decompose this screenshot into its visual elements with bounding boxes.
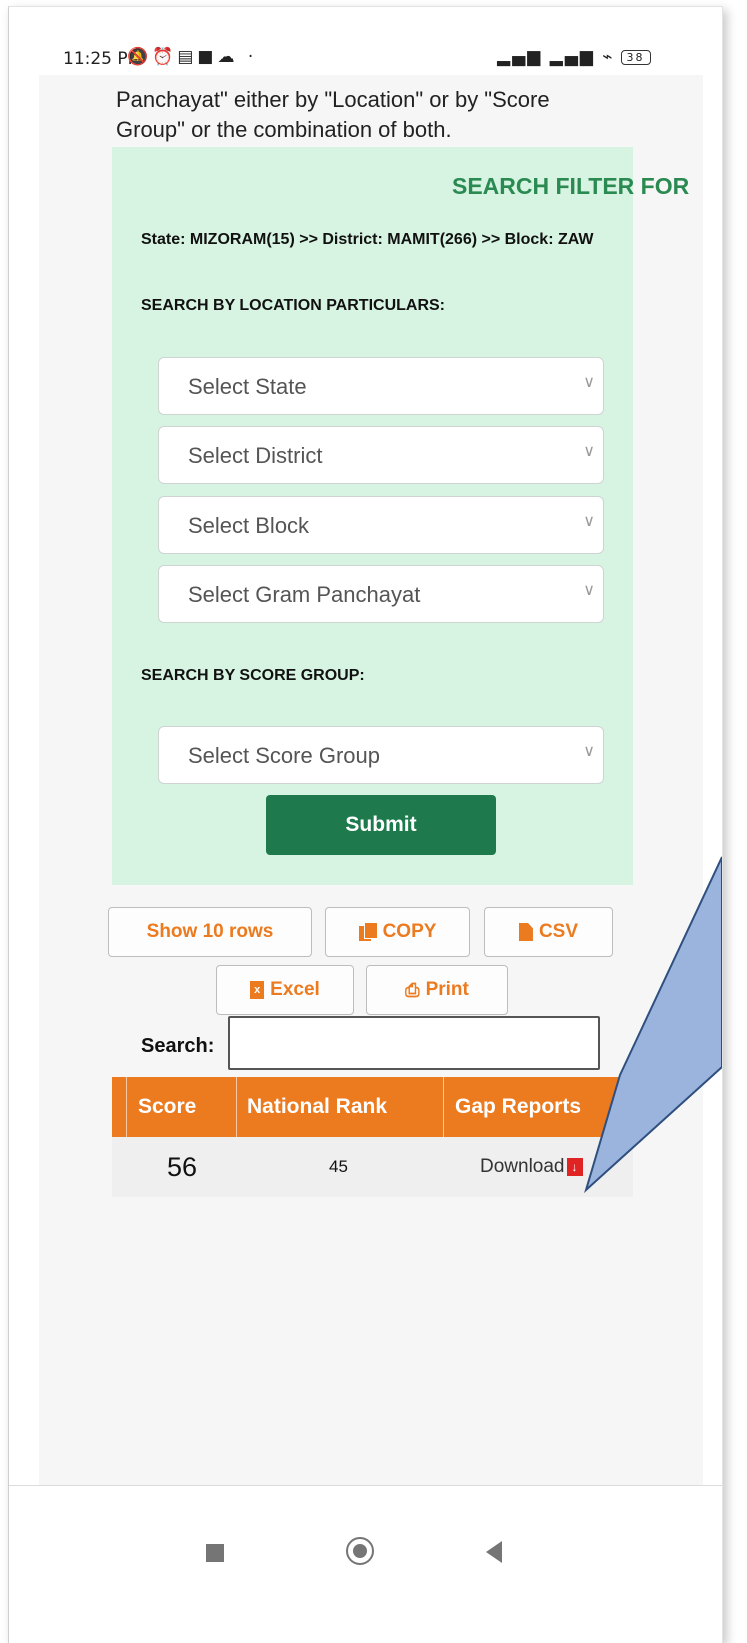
excel-icon: x	[250, 981, 265, 999]
chevron-down-icon: ∨	[583, 743, 595, 760]
intro-line-2: Group" or the combination of both.	[116, 117, 452, 142]
chevron-down-icon: ∨	[583, 582, 595, 599]
csv-button[interactable]: CSV	[484, 907, 613, 957]
table-row: 56 45 Download ↓	[112, 1137, 633, 1197]
home-icon[interactable]	[346, 1537, 374, 1565]
battery-icon: 38	[620, 49, 651, 65]
intro-line-1: Panchayat" either by "Location" or by "S…	[116, 87, 550, 112]
search-input[interactable]	[228, 1016, 600, 1070]
download-link[interactable]: Download ↓	[480, 1137, 583, 1197]
copy-button[interactable]: COPY	[325, 907, 470, 957]
intro-text: Panchayat" either by "Location" or by "S…	[116, 85, 656, 145]
breadcrumb: State: MIZORAM(15) >> District: MAMIT(26…	[141, 231, 594, 248]
gram-panchayat-select[interactable]: Select Gram Panchayat ∨	[158, 565, 604, 623]
submit-button[interactable]: Submit	[266, 795, 496, 855]
print-label: Print	[425, 979, 469, 1000]
back-icon[interactable]	[486, 1541, 502, 1563]
location-heading: SEARCH BY LOCATION PARTICULARS:	[141, 297, 445, 314]
column-divider	[236, 1077, 237, 1137]
recents-icon[interactable]	[206, 1544, 224, 1562]
block-select[interactable]: Select Block ∨	[158, 496, 604, 554]
chevron-down-icon: ∨	[583, 374, 595, 391]
score-cell: 56	[167, 1152, 198, 1182]
copy-label: COPY	[382, 921, 437, 942]
status-bar: 11:25 PM 🔕⏰▤■☁ · ▂▄▆ ▂▄▆ ⌁ 38	[9, 37, 722, 69]
state-select-label: Select State	[188, 374, 307, 399]
excel-button[interactable]: x Excel	[216, 965, 354, 1015]
phone-screen: 11:25 PM 🔕⏰▤■☁ · ▂▄▆ ▂▄▆ ⌁ 38 Panchayat" …	[8, 6, 723, 1643]
block-select-label: Select Block	[188, 513, 310, 538]
chevron-down-icon: ∨	[583, 513, 595, 530]
print-button[interactable]: ⎙ Print	[366, 965, 508, 1015]
score-group-heading: SEARCH BY SCORE GROUP:	[141, 667, 365, 684]
score-group-select[interactable]: Select Score Group ∨	[158, 726, 604, 784]
android-nav-bar	[9, 1485, 722, 1643]
search-label: Search:	[141, 1035, 215, 1057]
search-filter-panel: SEARCH FILTER FOR State: MIZORAM(15) >> …	[112, 147, 689, 885]
gram-panchayat-select-label: Select Gram Panchayat	[188, 582, 421, 607]
chevron-down-icon: ∨	[583, 443, 595, 460]
signal-wifi-icons: ▂▄▆ ▂▄▆ ⌁ 38	[497, 47, 651, 67]
score-group-select-label: Select Score Group	[188, 743, 380, 768]
file-icon	[518, 923, 533, 941]
pdf-icon: ↓	[566, 1157, 583, 1176]
column-divider	[443, 1077, 444, 1137]
show-rows-button[interactable]: Show 10 rows	[108, 907, 312, 957]
filter-title: SEARCH FILTER FOR	[452, 173, 690, 199]
copy-icon	[358, 922, 378, 942]
printer-icon: ⎙	[405, 979, 420, 1000]
notification-icons: 🔕⏰▤■☁ ·	[127, 47, 258, 67]
csv-label: CSV	[538, 921, 579, 942]
download-label: Download	[480, 1156, 565, 1177]
page-content: Panchayat" either by "Location" or by "S…	[39, 75, 703, 1485]
table-header: Score National Rank Gap Reports	[112, 1077, 633, 1137]
column-divider	[126, 1077, 127, 1137]
column-header-gap-reports[interactable]: Gap Reports	[455, 1077, 581, 1137]
national-rank-cell: 45	[329, 1157, 348, 1176]
district-select[interactable]: Select District ∨	[158, 426, 604, 484]
excel-label: Excel	[270, 979, 320, 1000]
column-header-score[interactable]: Score	[138, 1077, 196, 1137]
state-select[interactable]: Select State ∨	[158, 357, 604, 415]
district-select-label: Select District	[188, 443, 323, 468]
column-header-national-rank[interactable]: National Rank	[247, 1077, 387, 1137]
show-rows-label: Show 10 rows	[146, 921, 274, 942]
